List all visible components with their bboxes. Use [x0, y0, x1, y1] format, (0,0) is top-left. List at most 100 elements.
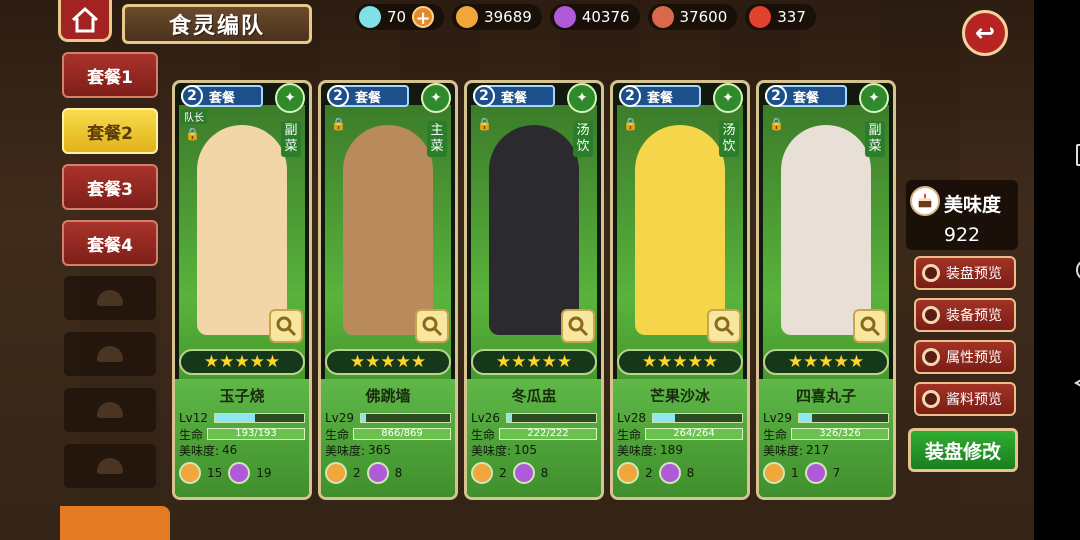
hp-bar: 866/869	[353, 428, 451, 440]
hp-row: 生命 326/326	[763, 426, 889, 442]
potion-icon	[763, 462, 785, 484]
back-nav-icon[interactable]	[1074, 372, 1080, 394]
attribute-preview-button[interactable]: 属性预览	[914, 340, 1016, 374]
material-1-count: 2	[645, 466, 653, 480]
set-number: 2	[619, 85, 641, 107]
home-button[interactable]	[58, 0, 112, 42]
tab-set-1[interactable]: 套餐1	[62, 52, 158, 98]
hp-label: 生命	[763, 427, 788, 442]
plating-preview-button[interactable]: 装盘预览	[914, 256, 1016, 290]
character-art	[781, 125, 871, 335]
level-text: Lv29	[325, 411, 355, 425]
food-soul-card[interactable]: 2 套餐 ✦ 汤饮 🔒 ★★★★★ 芒果沙冰 Lv28 生命 264/264 美…	[610, 80, 750, 500]
locked-set-slot	[64, 444, 156, 488]
resource-dish: 337	[745, 4, 816, 30]
plating-preview-label: 装盘预览	[946, 266, 1002, 282]
magnify-icon	[568, 316, 589, 337]
level-row: Lv12	[179, 410, 305, 426]
locked-set-slot	[64, 388, 156, 432]
food-soul-card[interactable]: 2 套餐 ✦ 副菜 队长 🔒 ★★★★★ 玉子烧 Lv12 生命 193/193…	[172, 80, 312, 500]
radio-icon	[922, 390, 940, 408]
taste-row: 美味度: 365	[325, 442, 451, 458]
level-row: Lv28	[617, 410, 743, 426]
add-diamond-button[interactable]: +	[412, 6, 435, 29]
set-label: 套餐	[647, 90, 674, 106]
card-info: 四喜丸子 Lv29 生命 326/326 美味度: 217 1 7	[759, 379, 893, 497]
character-art	[197, 125, 287, 335]
food-type-tag: 汤饮	[719, 121, 739, 157]
magnify-icon	[422, 316, 443, 337]
level-text: Lv28	[617, 411, 647, 425]
hp-bar: 264/264	[645, 428, 743, 440]
magnify-button[interactable]	[707, 309, 741, 343]
food-soul-card[interactable]: 2 套餐 ✦ 主菜 🔒 ★★★★★ 佛跳墙 Lv29 生命 866/869 美味…	[318, 80, 458, 500]
magnify-button[interactable]	[853, 309, 887, 343]
card-info: 冬瓜盅 Lv26 生命 222/222 美味度: 105 2 8	[467, 379, 601, 497]
magnify-icon	[276, 316, 297, 337]
crystal-icon	[228, 462, 251, 484]
hp-row: 生命 193/193	[179, 426, 305, 442]
magnify-button[interactable]	[561, 309, 595, 343]
diamond-value: 70	[387, 8, 407, 26]
equipment-preview-button[interactable]: 装备预览	[914, 298, 1016, 332]
lock-icon: 🔒	[477, 117, 492, 131]
magnify-button[interactable]	[269, 309, 303, 343]
potion-icon	[179, 462, 201, 484]
dish-value: 337	[777, 8, 806, 26]
crystal-value: 40376	[581, 8, 630, 26]
food-soul-card[interactable]: 2 套餐 ✦ 副菜 🔒 ★★★★★ 四喜丸子 Lv29 生命 326/326 美…	[756, 80, 896, 500]
cloche-icon	[97, 402, 123, 418]
tab-set-3[interactable]: 套餐3	[62, 164, 158, 210]
material-2-count: 7	[832, 466, 841, 480]
level-text: Lv12	[179, 411, 209, 425]
hp-label: 生命	[179, 427, 204, 442]
material-1-count: 2	[499, 466, 507, 480]
recent-apps-icon[interactable]	[1076, 144, 1080, 166]
taste-row: 美味度: 189	[617, 442, 743, 458]
meat-value: 37600	[679, 8, 728, 26]
radio-icon	[922, 348, 940, 366]
cake-icon	[910, 186, 940, 216]
food-soul-name: 芒果沙冰	[649, 387, 710, 405]
exp-bar	[506, 413, 597, 423]
food-type-tag: 副菜	[865, 121, 885, 157]
crystal-icon	[366, 462, 389, 484]
crystal-icon	[553, 6, 576, 28]
taste-label: 美味度:	[763, 443, 804, 458]
back-button[interactable]: ↩	[962, 10, 1008, 56]
potion-icon	[456, 6, 479, 28]
potion-icon	[325, 462, 347, 484]
resource-bar: 70 + 39689 40376 37600 337	[355, 4, 816, 30]
radio-icon	[922, 264, 940, 282]
set-number: 2	[327, 85, 349, 107]
fork-icon: ✦	[859, 83, 889, 113]
home-icon	[71, 6, 99, 32]
hp-row: 生命 264/264	[617, 426, 743, 442]
plating-modify-button[interactable]: 装盘修改	[908, 428, 1018, 472]
cloche-icon	[97, 458, 123, 474]
taste-row: 美味度: 46	[179, 442, 305, 458]
sauce-preview-button[interactable]: 酱料预览	[914, 382, 1016, 416]
tab-set-4[interactable]: 套餐4	[62, 220, 158, 266]
exp-bar	[214, 413, 305, 423]
set-number: 2	[765, 85, 787, 107]
level-row: Lv26	[471, 410, 597, 426]
taste-row: 美味度: 217	[763, 442, 889, 458]
food-soul-name: 冬瓜盅	[511, 387, 557, 405]
equipment-preview-label: 装备预览	[946, 308, 1002, 324]
card-info: 佛跳墙 Lv29 生命 866/869 美味度: 365 2 8	[321, 379, 455, 497]
taste-label: 美味度:	[179, 443, 220, 458]
material-2-count: 8	[394, 466, 403, 480]
magnify-button[interactable]	[415, 309, 449, 343]
material-2-count: 8	[540, 466, 549, 480]
taste-label: 美味度:	[471, 443, 512, 458]
tab-set-2[interactable]: 套餐2	[62, 108, 158, 154]
character-art	[635, 125, 725, 335]
resource-crystal: 40376	[549, 4, 640, 30]
level-row: Lv29	[325, 410, 451, 426]
food-soul-card[interactable]: 2 套餐 ✦ 汤饮 🔒 ★★★★★ 冬瓜盅 Lv26 生命 222/222 美味…	[464, 80, 604, 500]
hp-bar: 326/326	[791, 428, 889, 440]
taste-value: 365	[368, 443, 391, 457]
home-nav-icon[interactable]	[1076, 259, 1080, 281]
android-nav-bar	[1034, 0, 1080, 540]
